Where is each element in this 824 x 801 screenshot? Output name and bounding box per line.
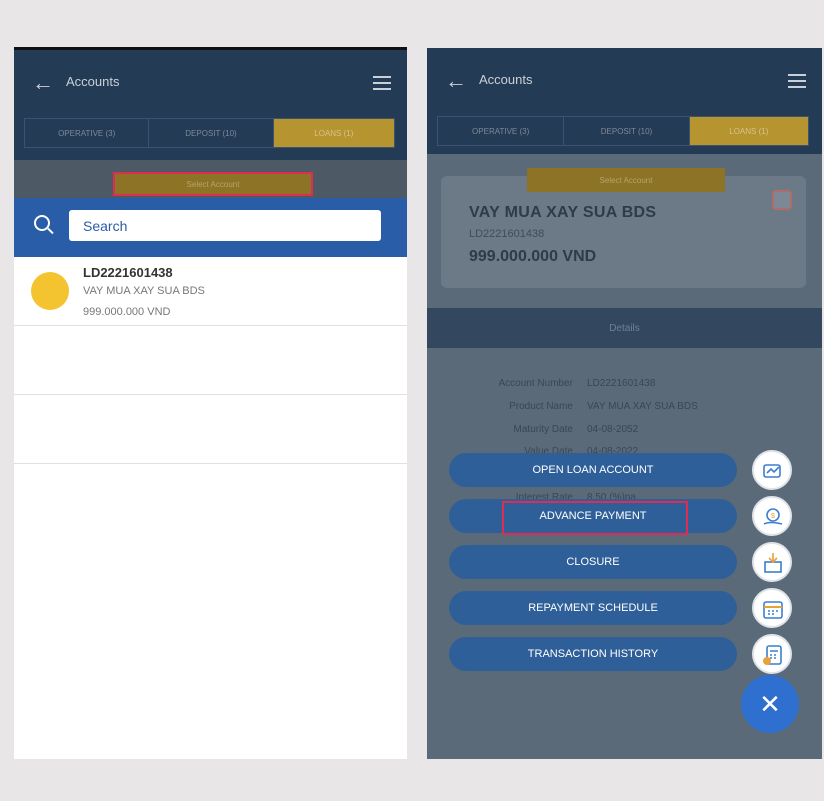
- tab-deposit[interactable]: DEPOSIT (10): [149, 119, 274, 147]
- svg-text:$: $: [771, 513, 775, 520]
- highlight-box: [113, 172, 313, 196]
- open-loan-account-button[interactable]: OPEN LOAN ACCOUNT: [449, 453, 737, 487]
- account-code: LD2221601438: [83, 265, 173, 280]
- account-tabs: OPERATIVE (3) DEPOSIT (10) LOANS (1): [437, 116, 809, 146]
- detail-key: Product Name: [509, 401, 573, 412]
- detail-value: LD2221601438: [587, 378, 656, 389]
- open-loan-icon[interactable]: [752, 450, 792, 490]
- account-tabs: OPERATIVE (3) DEPOSIT (10) LOANS (1): [24, 118, 395, 148]
- tab-loans[interactable]: LOANS (1): [273, 119, 394, 147]
- box-download-icon[interactable]: [752, 542, 792, 582]
- highlight-box: [502, 501, 688, 535]
- calendar-icon[interactable]: [752, 588, 792, 628]
- app-header: ← Accounts OPERATIVE (3) DEPOSIT (10) LO…: [14, 50, 407, 160]
- page-title: Accounts: [479, 72, 533, 87]
- detail-row-account-number: Account Number LD2221601438: [427, 378, 822, 394]
- card-amount: 999.000.000 VND: [469, 248, 597, 265]
- select-account-button[interactable]: Select Account: [527, 168, 725, 192]
- card-title: VAY MUA XAY SUA BDS: [469, 204, 657, 221]
- hamburger-menu-icon[interactable]: [373, 76, 391, 90]
- account-list-item[interactable]: LD2221601438 VAY MUA XAY SUA BDS 999.000…: [14, 257, 407, 326]
- detail-key: Maturity Date: [513, 424, 573, 435]
- back-arrow-icon[interactable]: ←: [445, 70, 467, 92]
- right-screen: ← Accounts OPERATIVE (3) DEPOSIT (10) LO…: [427, 48, 822, 759]
- detail-value: 04-08-2052: [587, 424, 639, 435]
- history-calculator-icon[interactable]: [752, 634, 792, 674]
- money-bag-hand-icon[interactable]: $: [752, 496, 792, 536]
- tab-loans[interactable]: LOANS (1): [689, 117, 808, 145]
- tab-operative[interactable]: OPERATIVE (3): [25, 119, 150, 147]
- tab-deposit[interactable]: DEPOSIT (10): [564, 117, 690, 145]
- account-amount: 999.000.000 VND: [83, 306, 171, 318]
- edit-icon[interactable]: [772, 190, 792, 210]
- tab-operative[interactable]: OPERATIVE (3): [438, 117, 565, 145]
- left-screen: ← Accounts OPERATIVE (3) DEPOSIT (10) LO…: [14, 47, 407, 759]
- detail-row-maturity-date: Maturity Date 04-08-2052: [427, 424, 822, 440]
- repayment-schedule-button[interactable]: REPAYMENT SCHEDULE: [449, 591, 737, 625]
- back-arrow-icon[interactable]: ←: [32, 72, 54, 94]
- list-item: [14, 395, 407, 464]
- account-avatar: [31, 272, 69, 310]
- detail-row-product-name: Product Name VAY MUA XAY SUA BDS: [427, 401, 822, 417]
- detail-key: Account Number: [498, 378, 573, 389]
- card-account-code: LD2221601438: [469, 228, 545, 240]
- detail-value: VAY MUA XAY SUA BDS: [587, 401, 698, 412]
- close-menu-button[interactable]: ✕: [741, 675, 799, 733]
- transaction-history-button[interactable]: TRANSACTION HISTORY: [449, 637, 737, 671]
- closure-button[interactable]: CLOSURE: [449, 545, 737, 579]
- search-input[interactable]: [69, 210, 381, 241]
- details-header: Details: [427, 308, 822, 348]
- search-icon[interactable]: [34, 215, 50, 231]
- account-card: VAY MUA XAY SUA BDS LD2221601438 999.000…: [441, 176, 806, 288]
- app-header: ← Accounts OPERATIVE (3) DEPOSIT (10) LO…: [427, 48, 822, 154]
- search-bar: [14, 198, 407, 257]
- page-title: Accounts: [66, 74, 120, 89]
- list-item: [14, 326, 407, 395]
- hamburger-menu-icon[interactable]: [788, 74, 806, 88]
- account-name: VAY MUA XAY SUA BDS: [83, 285, 205, 297]
